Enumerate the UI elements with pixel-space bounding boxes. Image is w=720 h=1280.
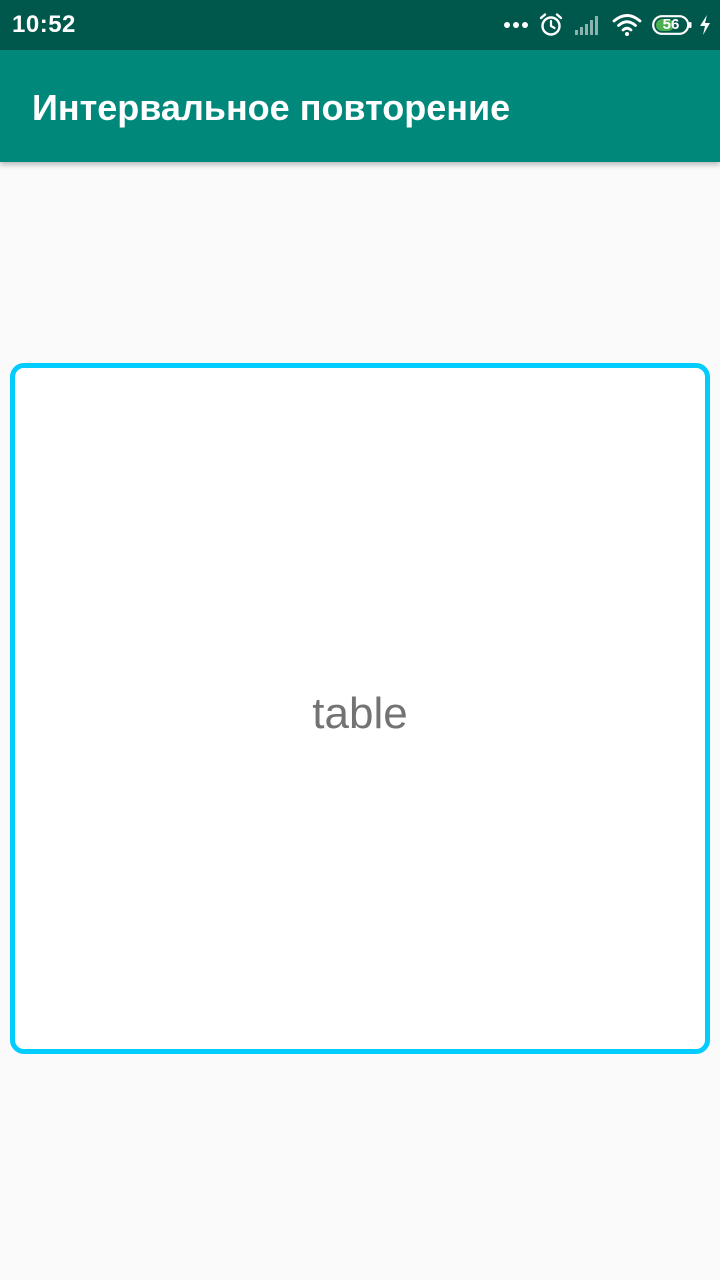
charging-bolt-icon <box>700 15 710 35</box>
more-dots-icon <box>501 22 528 28</box>
status-icons: 56 <box>491 10 712 40</box>
flashcard[interactable]: table <box>10 363 710 1054</box>
app-title: Интервальное повторение <box>32 87 511 128</box>
wifi-icon <box>612 14 642 36</box>
app-bar: Интервальное повторение <box>0 50 720 162</box>
flashcard-word: table <box>312 688 408 738</box>
battery-icon: 56 <box>652 15 692 35</box>
alarm-icon <box>539 13 563 36</box>
status-time: 10:52 <box>12 11 76 38</box>
signal-icon <box>575 16 598 35</box>
battery-level: 56 <box>662 16 680 33</box>
status-bar: 10:52 56 <box>0 0 720 50</box>
